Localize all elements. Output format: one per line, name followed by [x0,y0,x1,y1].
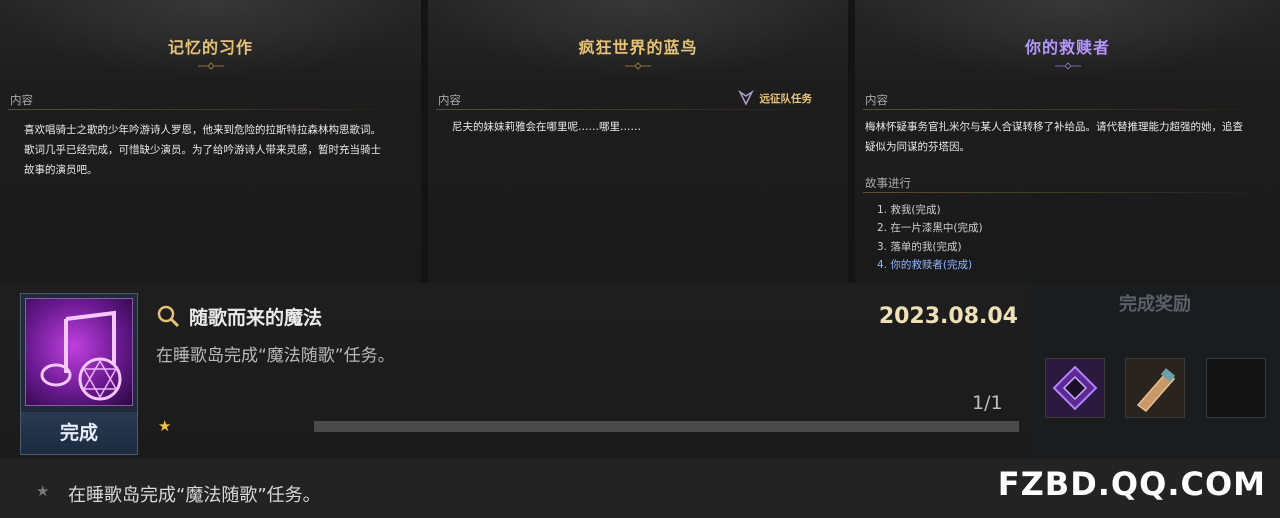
story-step-current: 4. 你的救赎者(完成) [877,258,973,271]
section-label: 内容 [865,93,888,107]
story-step: 3. 落单的我(完成) [877,240,962,253]
reward-slot-empty [1206,358,1266,418]
quest-description: 喜欢唱骑士之歌的少年吟游诗人罗恩，他来到危险的拉斯特拉森林构思歌词。歌词几乎已经… [24,124,381,176]
divider [436,109,840,110]
quest-cards: 记忆的习作 内容 喜欢唱骑士之歌的少年吟游诗人罗恩，他来到危险的拉斯特拉森林构思… [0,0,1280,283]
achievement-row[interactable]: 完成 随歌而来的魔法 在睡歌岛完成“魔法随歌”任务。 2023.08.04 ★ … [0,283,1280,458]
story-step: 1. 救我(完成) [877,204,941,216]
story-steps: 1. 救我(完成) 2. 在一片漆黑中(完成) 3. 落单的我(完成) 4. 你… [877,201,983,274]
ornament-icon [197,62,224,70]
quest-card-title: 记忆的习作 [167,38,253,57]
ornament-icon [625,62,651,70]
emblem-icon [1046,359,1104,417]
reward-title: 完成奖励 [1119,294,1191,315]
condition-text: 在睡歌岛完成“魔法随歌”任务。 [68,485,321,506]
divider [863,192,1272,193]
star-icon: ★ [36,482,50,500]
expedition-icon [737,90,754,106]
status-complete-label: 完成 [21,412,137,454]
divider [8,109,413,110]
ornament-icon [1054,62,1081,70]
quest-description: 尼夫的妹妹莉雅会在哪里呢……哪里…… [452,121,641,133]
music-note-icon [25,298,133,406]
section-label: 内容 [10,93,33,107]
scroll-icon [1126,359,1184,417]
achievement-date: 2023.08.04 [878,304,1018,329]
progress-fill [314,421,1019,432]
reward-slot-scroll[interactable] [1125,358,1185,418]
achievement-description: 在睡歌岛完成“魔法随歌”任务。 [156,346,395,366]
search-icon[interactable] [156,304,180,328]
achievement-title: 随歌而来的魔法 [189,307,323,329]
star-icon: ★ [158,417,172,435]
progress-count: 1/1 [972,392,1003,414]
section-label: 内容 [438,93,461,107]
quest-description: 梅林怀疑事务官扎米尔与某人合谋转移了补给品。请代替推理能力超强的她，追查疑似为同… [865,121,1243,153]
quest-card-2[interactable]: 疯狂世界的蓝鸟 内容 远征队任务 尼夫的妹妹莉雅会在哪里呢……哪里…… [428,0,848,283]
story-step: 2. 在一片漆黑中(完成) [877,222,983,235]
quest-card-3[interactable]: 你的救赎者 内容 梅林怀疑事务官扎米尔与某人合谋转移了补给品。请代替推理能力超强… [855,0,1280,283]
quest-card-title: 疯狂世界的蓝鸟 [578,38,698,57]
divider [863,109,1272,110]
story-progress-label: 故事进行 [865,176,911,190]
achievement-icon-frame: 完成 [20,293,138,455]
progress-bar [314,421,1019,432]
watermark: FZBD.QQ.COM [997,465,1266,503]
reward-panel: 完成奖励 [1030,283,1280,458]
reward-slot-emblem[interactable] [1045,358,1105,418]
quest-card-title: 你的救赎者 [1024,38,1110,57]
quest-card-1[interactable]: 记忆的习作 内容 喜欢唱骑士之歌的少年吟游诗人罗恩，他来到危险的拉斯特拉森林构思… [0,0,421,283]
expedition-badge: 远征队任务 [737,90,813,106]
badge-label: 远征队任务 [759,92,813,105]
